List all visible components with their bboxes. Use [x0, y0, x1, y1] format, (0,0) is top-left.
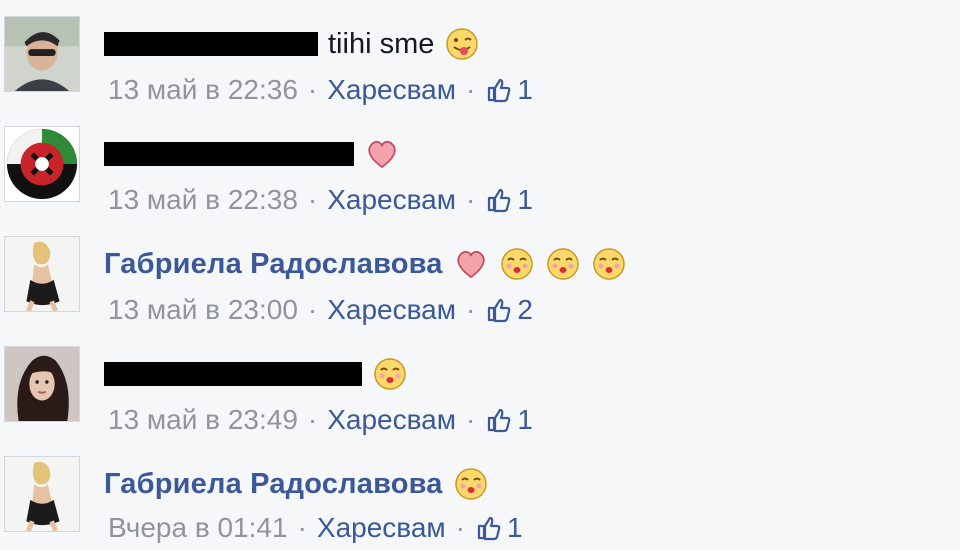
author-name-redacted[interactable] — [104, 362, 362, 386]
like-count[interactable]: 2 — [485, 294, 533, 326]
like-button[interactable]: Харесвам — [327, 294, 456, 326]
avatar[interactable] — [4, 346, 80, 422]
comment-meta: Вчера в 01:41 · Харесвам · 1 — [108, 508, 523, 548]
author-name[interactable]: Габриела Радославова — [104, 248, 443, 281]
timestamp[interactable]: Вчера в 01:41 — [108, 512, 288, 544]
avatar-photo-icon — [5, 347, 79, 421]
comment-text: tiihi sme — [328, 27, 435, 60]
comment-item: 13 май в 22:38 · Харесвам · 1 — [0, 110, 960, 220]
thumbs-up-icon — [485, 76, 513, 104]
separator: · — [455, 512, 465, 543]
thumbs-up-icon — [485, 406, 513, 434]
timestamp[interactable]: 13 май в 22:36 — [108, 74, 298, 106]
like-count[interactable]: 1 — [485, 404, 533, 436]
like-count[interactable]: 1 — [485, 74, 533, 106]
tongue-wink-emoji-icon — [444, 26, 480, 62]
comment-meta: 13 май в 22:38 · Харесвам · 1 — [108, 180, 533, 220]
timestamp[interactable]: 13 май в 22:38 — [108, 184, 298, 216]
avatar-photo-icon — [5, 17, 79, 91]
kiss-emoji-icon — [453, 466, 489, 502]
separator: · — [466, 74, 476, 105]
author-name-redacted[interactable] — [104, 142, 354, 166]
comment-item: 13 май в 23:49 · Харесвам · 1 — [0, 330, 960, 440]
comment-item: Габриела Радославова 13 май в 23:00 · Ха… — [0, 220, 960, 330]
kiss-emoji-icon — [591, 246, 627, 282]
thumbs-up-icon — [485, 186, 513, 214]
separator: · — [307, 294, 318, 325]
separator: · — [307, 404, 318, 435]
kiss-emoji-icon — [372, 356, 408, 392]
avatar[interactable] — [4, 456, 80, 532]
avatar-logo-icon — [5, 127, 79, 201]
heart-emoji-icon — [453, 246, 489, 282]
like-count-number: 1 — [517, 74, 533, 105]
separator: · — [307, 184, 318, 215]
comment-item: tiihi sme 13 май в 22:36 · Харесвам · 1 — [0, 0, 960, 110]
like-count[interactable]: 1 — [475, 512, 523, 544]
like-count-number: 1 — [517, 184, 533, 215]
avatar[interactable] — [4, 236, 80, 312]
like-count-number: 1 — [517, 404, 533, 435]
separator: · — [297, 512, 307, 543]
kiss-emoji-icon — [545, 246, 581, 282]
separator: · — [466, 404, 476, 435]
avatar[interactable] — [4, 126, 80, 202]
like-count[interactable]: 1 — [485, 184, 533, 216]
thumbs-up-icon — [485, 296, 513, 324]
like-button[interactable]: Харесвам — [317, 512, 446, 544]
separator: · — [307, 74, 318, 105]
timestamp[interactable]: 13 май в 23:00 — [108, 294, 298, 326]
heart-emoji-icon — [364, 136, 400, 172]
author-name-redacted[interactable] — [104, 32, 318, 56]
comment-meta: 13 май в 23:49 · Харесвам · 1 — [108, 400, 533, 440]
separator: · — [466, 184, 476, 215]
comment-item: Габриела Радославова Вчера в 01:41 · Хар… — [0, 440, 960, 550]
thumbs-up-icon — [475, 514, 503, 542]
kiss-emoji-icon — [499, 246, 535, 282]
like-count-number: 2 — [517, 294, 533, 325]
avatar-photo-icon — [5, 457, 79, 531]
like-count-number: 1 — [507, 512, 523, 543]
comment-meta: 13 май в 22:36 · Харесвам · 1 — [108, 70, 533, 110]
separator: · — [466, 294, 476, 325]
comment-meta: 13 май в 23:00 · Харесвам · 2 — [108, 290, 533, 330]
timestamp[interactable]: 13 май в 23:49 — [108, 404, 298, 436]
like-button[interactable]: Харесвам — [327, 74, 456, 106]
avatar[interactable] — [4, 16, 80, 92]
like-button[interactable]: Харесвам — [327, 404, 456, 436]
comment-thread: tiihi sme 13 май в 22:36 · Харесвам · 1 — [0, 0, 960, 543]
like-button[interactable]: Харесвам — [327, 184, 456, 216]
avatar-photo-icon — [5, 237, 79, 311]
author-name[interactable]: Габриела Радославова — [104, 468, 443, 501]
